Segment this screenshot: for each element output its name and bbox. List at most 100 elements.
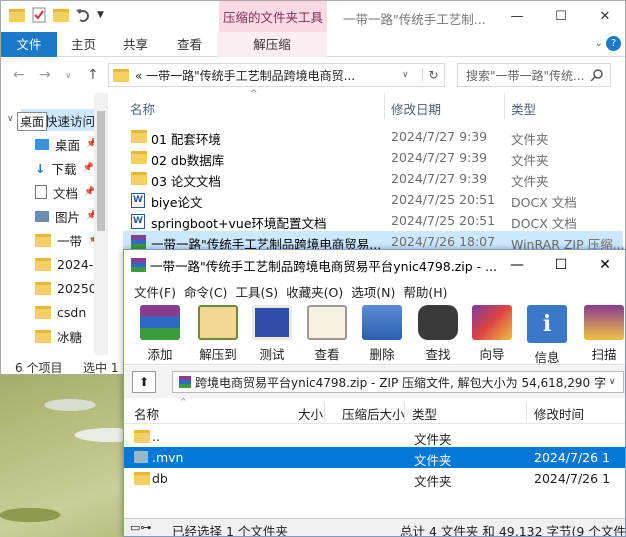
column-divider[interactable] [404, 402, 405, 422]
chevron-down-icon[interactable]: ∨ [609, 377, 623, 387]
scan-button[interactable]: 扫描 [579, 301, 625, 363]
menu-help[interactable]: 帮助(H) [399, 280, 451, 300]
menu-options[interactable]: 选项(N) [347, 280, 399, 300]
file-name: 03 论文文档 [151, 174, 221, 189]
archive-row[interactable]: .. 文件夹 [124, 426, 625, 447]
column-divider[interactable] [384, 93, 385, 119]
close-button[interactable]: ✕ [583, 250, 625, 280]
minimize-button[interactable]: — [495, 1, 539, 31]
delete-icon [362, 305, 402, 340]
file-row[interactable]: W biye论文 2024/7/25 20:51 DOCX 文档 [123, 189, 623, 210]
winrar-window: 一带一路"传统手工艺制品跨境电商贸易平台ynic4798.zip - ... —… [123, 249, 626, 537]
archive-row[interactable]: db 文件夹 2024/7/26 1 [124, 468, 625, 489]
recent-dropdown-icon[interactable]: ∨ [65, 71, 72, 81]
extract-to-button[interactable]: 解压到 [193, 301, 243, 363]
delete-button[interactable]: 删除 [357, 301, 407, 363]
file-row[interactable]: W springboot+vue环境配置文档 2024/7/25 20:51 D… [123, 210, 623, 231]
file-row[interactable]: 03 论文文档 2024/7/27 9:39 文件夹 [123, 168, 623, 189]
column-type[interactable]: 类型 [412, 404, 437, 423]
file-row[interactable]: 01 配套环境 2024/7/27 9:39 文件夹 [123, 126, 623, 147]
close-button[interactable]: ✕ [583, 1, 625, 31]
info-button[interactable]: i 信息 [522, 301, 572, 365]
column-divider[interactable] [504, 93, 505, 119]
address-box[interactable]: « 一带一路"传统手工艺制品跨境电商贸... ∨ ↻ [108, 63, 445, 87]
folder-icon [35, 233, 51, 247]
scrollbar-thumb[interactable] [97, 111, 105, 231]
test-button[interactable]: 测试 [247, 301, 297, 363]
nav-item-folder[interactable]: csdn [35, 301, 86, 323]
archive-path-box[interactable]: 跨境电商贸易平台ynic4798.zip - ZIP 压缩文件, 解包大小为 5… [172, 371, 624, 393]
view-button[interactable]: 查看 [302, 301, 352, 363]
tab-view[interactable]: 查看 [177, 32, 202, 57]
maximize-button[interactable]: ☐ [539, 250, 583, 280]
menu-tools[interactable]: 工具(S) [231, 280, 282, 300]
add-button[interactable]: 添加 [135, 301, 185, 363]
column-date[interactable]: 修改日期 [391, 99, 441, 118]
chevron-down-icon[interactable]: ⌄ [595, 38, 603, 49]
column-divider[interactable] [324, 402, 325, 422]
column-type[interactable]: 类型 [511, 99, 536, 118]
nav-item-folder[interactable]: 冰糖 [35, 325, 82, 347]
sort-up-icon: ^ [180, 397, 187, 406]
properties-icon[interactable] [31, 7, 47, 23]
documents-icon [35, 185, 47, 199]
nav-item-downloads[interactable]: ↓ 下载 📌 [35, 157, 94, 179]
refresh-icon[interactable]: ↻ [422, 68, 444, 82]
column-packed-size[interactable]: 压缩后大小 [342, 404, 405, 423]
new-folder-icon[interactable] [53, 8, 69, 22]
nav-item-folder[interactable]: 一带📌 [35, 229, 99, 251]
chevron-down-icon[interactable]: ∨ [7, 114, 14, 124]
window-title: 一带一路"传统手工艺制... [343, 12, 486, 27]
folder-icon [35, 281, 51, 295]
column-modified[interactable]: 修改时间 [534, 404, 584, 423]
folder-icon [131, 151, 147, 164]
search-icon[interactable] [590, 68, 604, 82]
menu-file[interactable]: 文件(F) [130, 280, 180, 300]
search-input[interactable]: 搜索"一带一路"传统... [457, 63, 611, 87]
maximize-button[interactable]: ☐ [539, 1, 583, 31]
column-divider[interactable] [526, 402, 527, 422]
window-controls: — ☐ ✕ [495, 1, 625, 31]
column-size[interactable]: 大小 [298, 404, 323, 423]
back-arrow-icon[interactable]: ← [13, 67, 25, 83]
nav-item-folder[interactable]: 2024-0 [35, 253, 101, 275]
tool-label: 解压到 [199, 347, 237, 362]
archive-row-selected[interactable]: .mvn 文件夹 2024/7/26 1 [124, 447, 625, 468]
chevron-down-icon[interactable]: ▼ [97, 10, 104, 20]
undo-icon[interactable] [75, 7, 91, 23]
nav-scrollbar[interactable] [94, 93, 108, 355]
nav-item-pictures[interactable]: 图片 📌 [35, 205, 97, 227]
forward-arrow-icon[interactable]: → [39, 67, 51, 83]
tab-file[interactable]: 文件 [1, 32, 57, 57]
wizard-button[interactable]: 向导 [467, 301, 517, 363]
folder-icon [35, 257, 51, 271]
column-name[interactable]: 名称 [130, 99, 155, 118]
drive-icon: ▭⊶ [130, 521, 152, 534]
tab-extract[interactable]: 解压缩 [217, 32, 327, 57]
help-icon[interactable]: ? [606, 36, 621, 51]
tab-share[interactable]: 共享 [123, 32, 148, 57]
menu-favorites[interactable]: 收藏夹(O) [282, 280, 347, 300]
address-bar-row: ← → ∨ ↑ « 一带一路"传统手工艺制品跨境电商贸... ∨ ↻ 搜索"一带… [1, 59, 625, 91]
sort-up-icon: ^ [250, 89, 258, 99]
folder-icon[interactable] [9, 8, 25, 22]
quick-access-label: 快速访问 [45, 113, 96, 129]
file-date: 2024/7/27 9:39 [391, 150, 488, 165]
file-type: 文件夹 [511, 174, 549, 189]
winrar-path-bar: ⬆ 跨境电商贸易平台ynic4798.zip - ZIP 压缩文件, 解包大小为… [124, 366, 625, 398]
find-button[interactable]: 查找 [413, 301, 463, 363]
minimize-button[interactable]: — [495, 250, 539, 280]
up-folder-button[interactable]: ⬆ [132, 371, 156, 393]
tab-home[interactable]: 主页 [71, 32, 96, 57]
column-name[interactable]: 名称 [134, 404, 159, 423]
menu-commands[interactable]: 命令(C) [180, 280, 231, 300]
file-row[interactable]: 02 db数据库 2024/7/27 9:39 文件夹 [123, 147, 623, 168]
pictures-icon [35, 210, 49, 222]
file-type: DOCX 文档 [511, 216, 577, 231]
entry-name: .mvn [152, 450, 184, 465]
chevron-down-icon[interactable]: ∨ [402, 70, 416, 80]
nav-item-desktop[interactable]: 桌面 📌 [35, 133, 97, 155]
nav-item-documents[interactable]: 文档 📌 [35, 181, 95, 203]
up-arrow-icon[interactable]: ↑ [87, 67, 99, 83]
up-arrow-icon: ⬆ [138, 375, 150, 389]
